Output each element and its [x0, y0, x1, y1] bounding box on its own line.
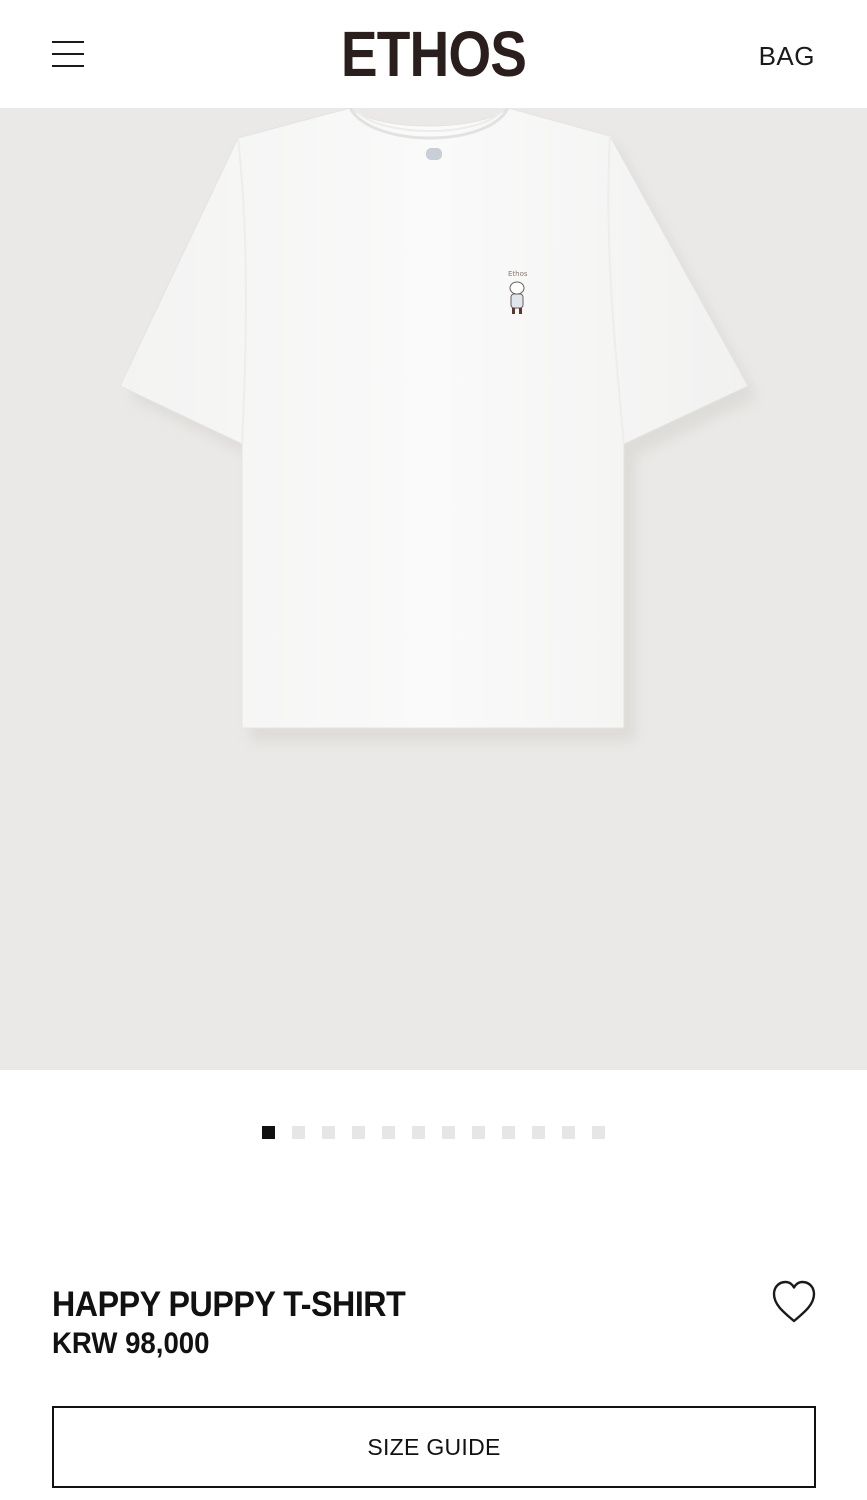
carousel-dot[interactable] [352, 1126, 365, 1139]
carousel-pagination [0, 1126, 867, 1140]
carousel-dot[interactable] [532, 1126, 545, 1139]
carousel-dot[interactable] [472, 1126, 485, 1139]
carousel-dot[interactable] [502, 1126, 515, 1139]
carousel-dot[interactable] [442, 1126, 455, 1139]
carousel-dot[interactable] [592, 1126, 605, 1139]
carousel-dot[interactable] [382, 1126, 395, 1139]
carousel-dot[interactable] [562, 1126, 575, 1139]
product-image-carousel[interactable]: Ethos [0, 108, 867, 1070]
size-guide-button[interactable]: SIZE GUIDE [52, 1406, 816, 1488]
carousel-dot[interactable] [322, 1126, 335, 1139]
product-price: KRW 98,000 [52, 1327, 210, 1360]
bag-link[interactable]: BAG [759, 40, 815, 72]
carousel-dot[interactable] [262, 1126, 275, 1139]
svg-text:Ethos: Ethos [508, 270, 528, 278]
heart-outline-icon [772, 1280, 816, 1323]
wishlist-button[interactable] [768, 1278, 820, 1326]
site-logo[interactable]: ETHOS [61, 16, 807, 92]
carousel-dot[interactable] [412, 1126, 425, 1139]
product-title: HAPPY PUPPY T-SHIRT [52, 1285, 406, 1324]
carousel-dot[interactable] [292, 1126, 305, 1139]
site-header: ETHOS BAG [0, 0, 867, 108]
product-image: Ethos [119, 108, 758, 742]
product-page: ETHOS BAG Ethos HAPPY PUPPY T-SHIRT KRW … [0, 0, 867, 1500]
